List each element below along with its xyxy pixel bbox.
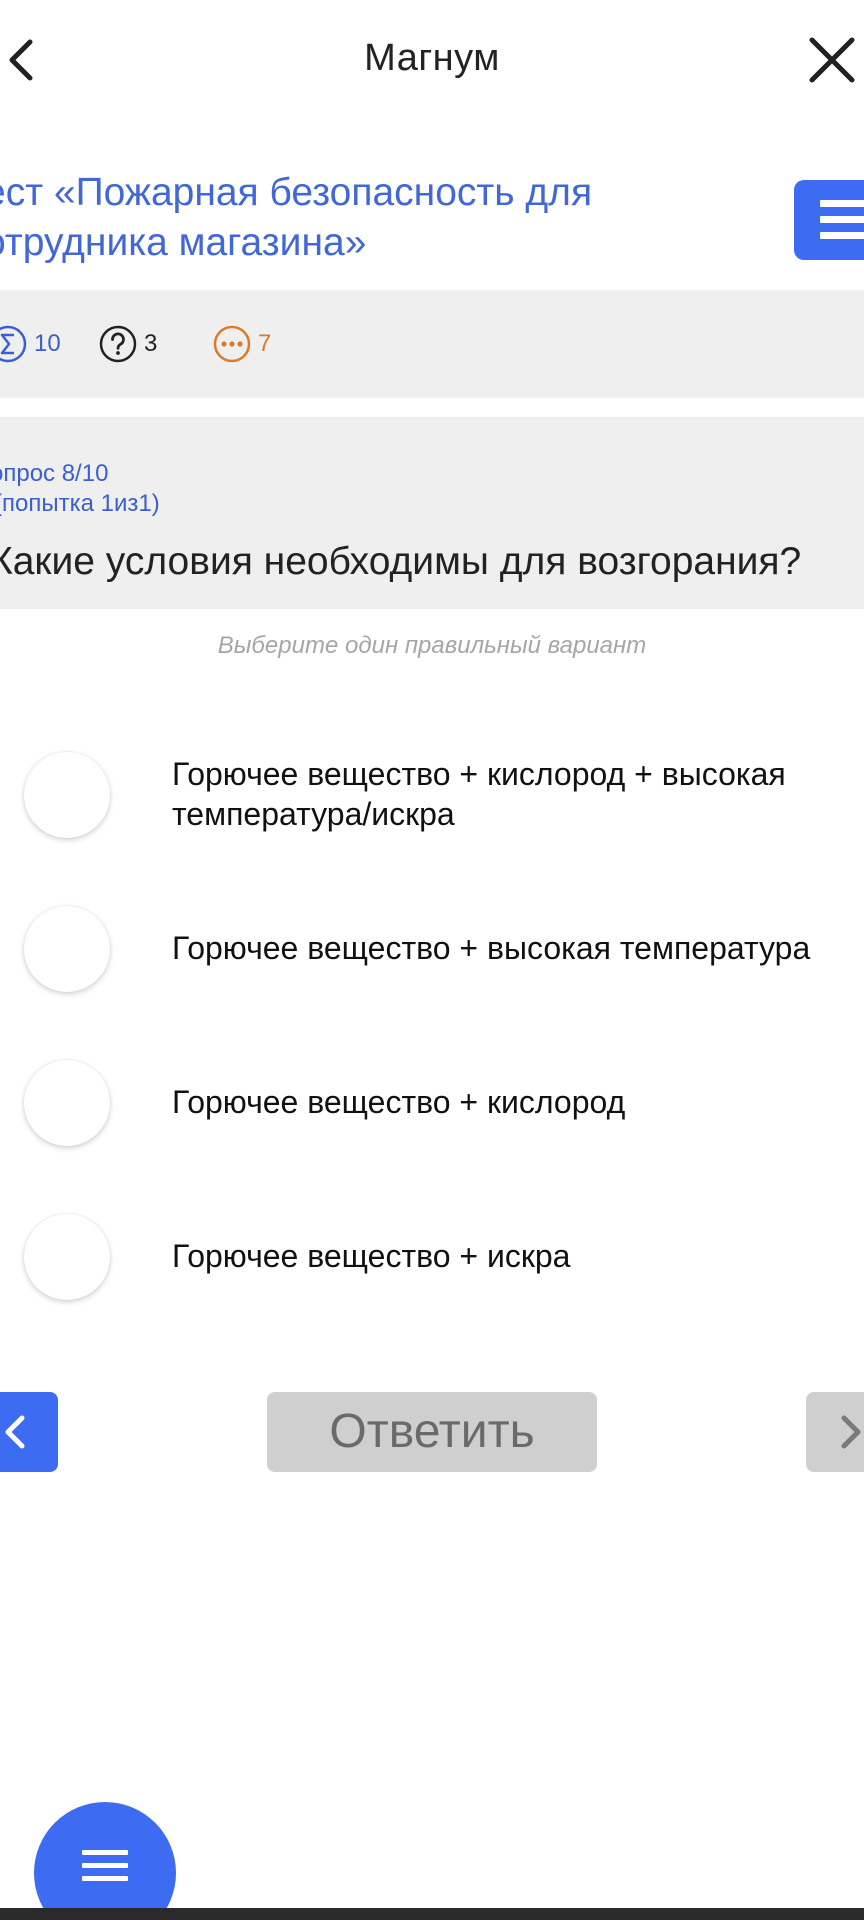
answer-option[interactable]: Горючее вещество + кислород + высокая те… bbox=[0, 744, 864, 854]
system-nav-strip bbox=[0, 1908, 864, 1920]
radio-button[interactable] bbox=[24, 1214, 110, 1300]
test-title-line: отрудника магазина» bbox=[0, 221, 367, 264]
answer-option[interactable]: Горючее вещество + искра bbox=[0, 1206, 864, 1316]
answer-button[interactable]: Ответить bbox=[267, 1392, 597, 1472]
answer-option-line: Горючее вещество + высокая температура bbox=[172, 930, 811, 966]
radio-button[interactable] bbox=[24, 752, 110, 838]
answer-option[interactable]: Горючее вещество + высокая температура bbox=[0, 898, 864, 1008]
stat-total: 10 bbox=[0, 324, 61, 364]
stat-remaining-value: 7 bbox=[258, 330, 272, 357]
app-title: Магнум bbox=[364, 37, 500, 79]
answer-option-label: Горючее вещество + искра bbox=[172, 1236, 864, 1276]
next-question-button[interactable] bbox=[806, 1392, 864, 1472]
stat-unanswered: 3 bbox=[98, 324, 157, 364]
stat-total-value: 10 bbox=[34, 330, 61, 357]
test-title: ест «Пожарная безопасность для отрудника… bbox=[0, 168, 714, 268]
stat-unanswered-value: 3 bbox=[144, 330, 158, 357]
close-icon bbox=[809, 37, 855, 83]
more-dots-icon bbox=[213, 325, 251, 363]
stat-remaining: 7 bbox=[212, 324, 271, 364]
answer-hint: Выберите один правильный вариант bbox=[217, 632, 647, 659]
chevron-left-icon bbox=[5, 1415, 25, 1449]
answer-option-line: Горючее вещество + кислород bbox=[172, 1084, 626, 1120]
app-bar: Магнум bbox=[0, 0, 864, 120]
menu-icon bbox=[820, 200, 864, 248]
question-number: опрос 8/10 bbox=[0, 460, 109, 487]
questions-menu-button[interactable] bbox=[794, 180, 864, 260]
answer-option-label: Горючее вещество + кислород bbox=[172, 1082, 864, 1122]
chevron-right-icon bbox=[841, 1415, 861, 1449]
sigma-icon bbox=[0, 325, 27, 363]
answer-option-label: Горючее вещество + кислород + высокая те… bbox=[172, 754, 864, 834]
answer-option[interactable]: Горючее вещество + кислород bbox=[0, 1052, 864, 1162]
stats-bar: 10 3 7 bbox=[0, 290, 864, 398]
question-text: Какие условия необходимы для возгорания? bbox=[0, 540, 802, 583]
menu-icon bbox=[82, 1850, 128, 1889]
main-menu-fab[interactable] bbox=[34, 1802, 176, 1920]
previous-question-button[interactable] bbox=[0, 1392, 58, 1472]
question-circle-icon bbox=[99, 325, 137, 363]
radio-button[interactable] bbox=[24, 1060, 110, 1146]
answer-option-line: Горючее вещество + искра bbox=[172, 1238, 571, 1274]
answer-option-line: Горючее вещество + кислород + высокая bbox=[172, 756, 786, 792]
question-attempt: (попытка 1из1) bbox=[0, 490, 160, 517]
radio-button[interactable] bbox=[24, 906, 110, 992]
test-title-line: ест «Пожарная безопасность для bbox=[0, 171, 593, 214]
quiz-screen: Магнум ест «Пожарная безопасность для от… bbox=[0, 0, 864, 1920]
question-panel: опрос 8/10 (попытка 1из1) Какие условия … bbox=[0, 417, 864, 609]
close-button[interactable] bbox=[806, 34, 858, 86]
answer-option-label: Горючее вещество + высокая температура bbox=[172, 928, 864, 968]
answer-option-line: температура/искра bbox=[172, 796, 455, 832]
